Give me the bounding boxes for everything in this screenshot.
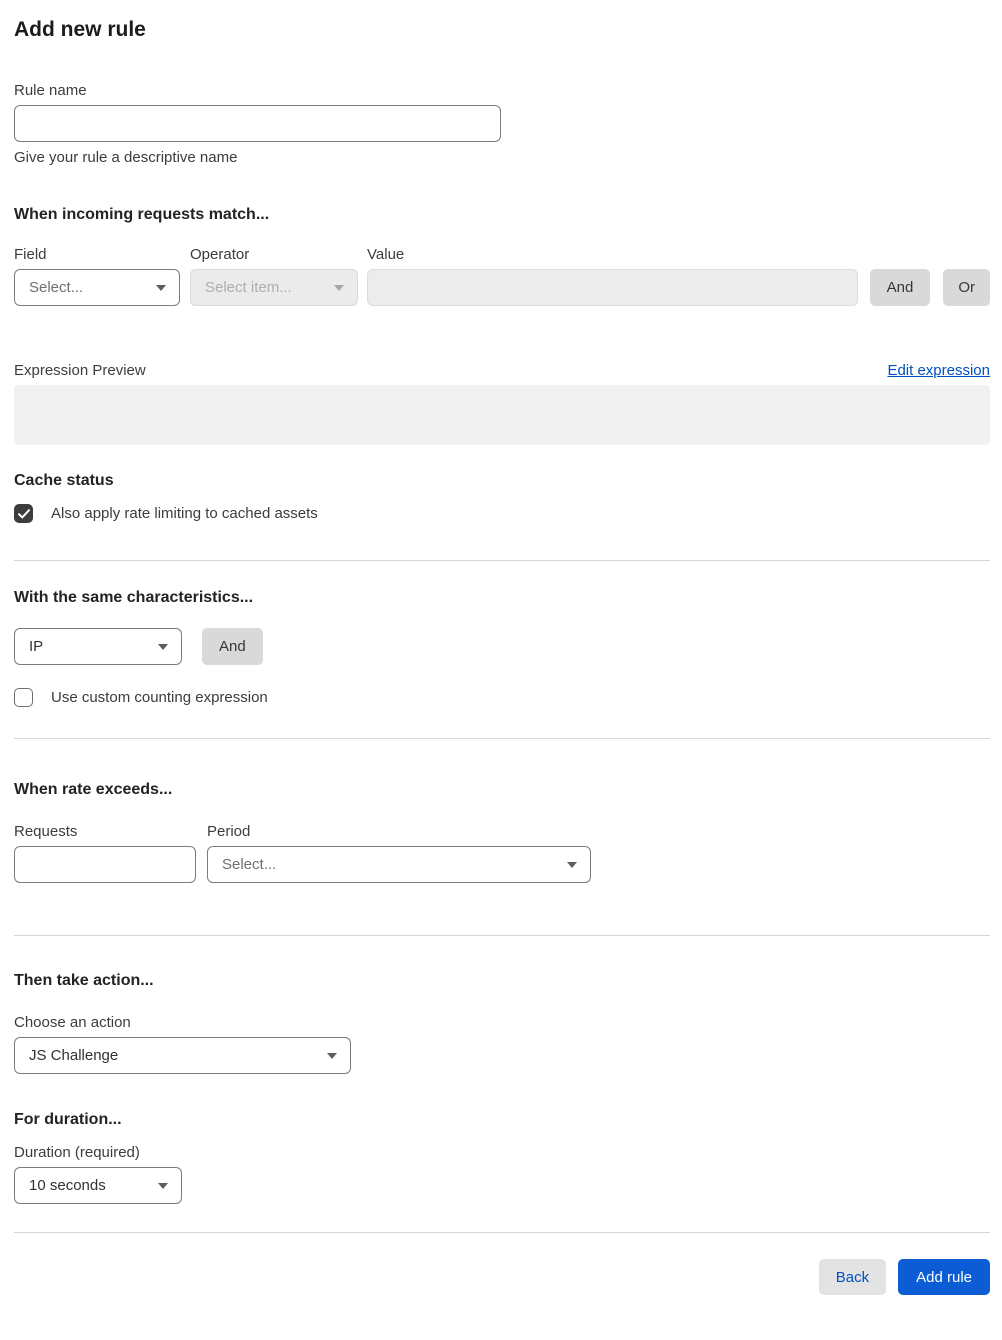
expression-preview-label: Expression Preview [14,362,146,379]
match-row: Field Select... Operator Select item... … [14,246,990,306]
rule-name-input[interactable] [14,105,501,142]
chevron-down-icon [334,284,344,291]
period-label: Period [207,823,251,840]
requests-label: Requests [14,823,78,840]
value-input [367,269,858,306]
field-label: Field [14,246,47,263]
counting-expression-checkbox[interactable] [14,688,33,707]
or-button[interactable]: Or [943,269,990,306]
field-select[interactable]: Select... [14,269,180,306]
operator-select-value: Select item... [205,279,292,296]
rate-heading: When rate exceeds... [14,781,173,798]
characteristics-and-button[interactable]: And [202,628,263,665]
operator-label: Operator [190,246,250,263]
match-field-group: Field Select... [14,246,180,306]
cache-checkbox-label: Also apply rate limiting to cached asset… [51,505,318,522]
period-select-value: Select... [222,856,277,873]
duration-heading: For duration... [14,1111,122,1128]
action-label: Choose an action [14,1014,131,1031]
period-group: Period Select... [207,823,591,883]
value-label: Value [367,246,405,263]
divider [14,560,990,561]
expression-header: Expression Preview Edit expression [14,362,990,379]
chevron-down-icon [158,1182,168,1189]
action-select-value: JS Challenge [29,1047,119,1064]
duration-label: Duration (required) [14,1144,140,1161]
characteristic-select-value: IP [29,638,44,655]
back-button[interactable]: Back [818,1259,887,1295]
action-select[interactable]: JS Challenge [14,1037,351,1074]
rate-row: Requests Period Select... [14,823,990,883]
field-select-value: Select... [29,279,84,296]
divider [14,1232,990,1233]
characteristics-row: IP And [14,628,990,665]
edit-expression-link[interactable]: Edit expression [887,362,990,379]
action-heading: Then take action... [14,972,154,989]
and-button[interactable]: And [869,269,931,306]
match-heading: When incoming requests match... [14,206,270,223]
chevron-down-icon [158,643,168,650]
duration-select-value: 10 seconds [29,1177,106,1194]
rule-name-help: Give your rule a descriptive name [14,149,238,166]
footer-actions: Back Add rule [14,1259,990,1295]
chevron-down-icon [156,284,166,291]
match-operator-group: Operator Select item... [190,246,358,306]
characteristic-select[interactable]: IP [14,628,182,665]
cache-checkbox[interactable] [14,504,33,523]
characteristics-heading: With the same characteristics... [14,589,254,606]
cache-checkbox-row: Also apply rate limiting to cached asset… [14,504,990,523]
requests-group: Requests [14,823,196,883]
counting-expression-label: Use custom counting expression [51,689,268,706]
counting-expression-row: Use custom counting expression [14,688,990,707]
match-value-group: Value [367,246,858,306]
add-rule-form: Add new rule Rule name Give your rule a … [0,0,1002,1295]
divider [14,738,990,739]
period-select[interactable]: Select... [207,846,591,883]
add-rule-button[interactable]: Add rule [898,1259,990,1295]
rule-name-label: Rule name [14,82,87,99]
operator-select: Select item... [190,269,358,306]
divider [14,935,990,936]
rule-name-group: Rule name Give your rule a descriptive n… [14,82,990,166]
cache-status-heading: Cache status [14,472,114,489]
page-title: Add new rule [14,18,146,41]
duration-select[interactable]: 10 seconds [14,1167,182,1204]
requests-input[interactable] [14,846,196,883]
chevron-down-icon [327,1052,337,1059]
check-icon [17,508,30,518]
chevron-down-icon [567,861,577,868]
expression-preview-box[interactable] [14,385,990,445]
